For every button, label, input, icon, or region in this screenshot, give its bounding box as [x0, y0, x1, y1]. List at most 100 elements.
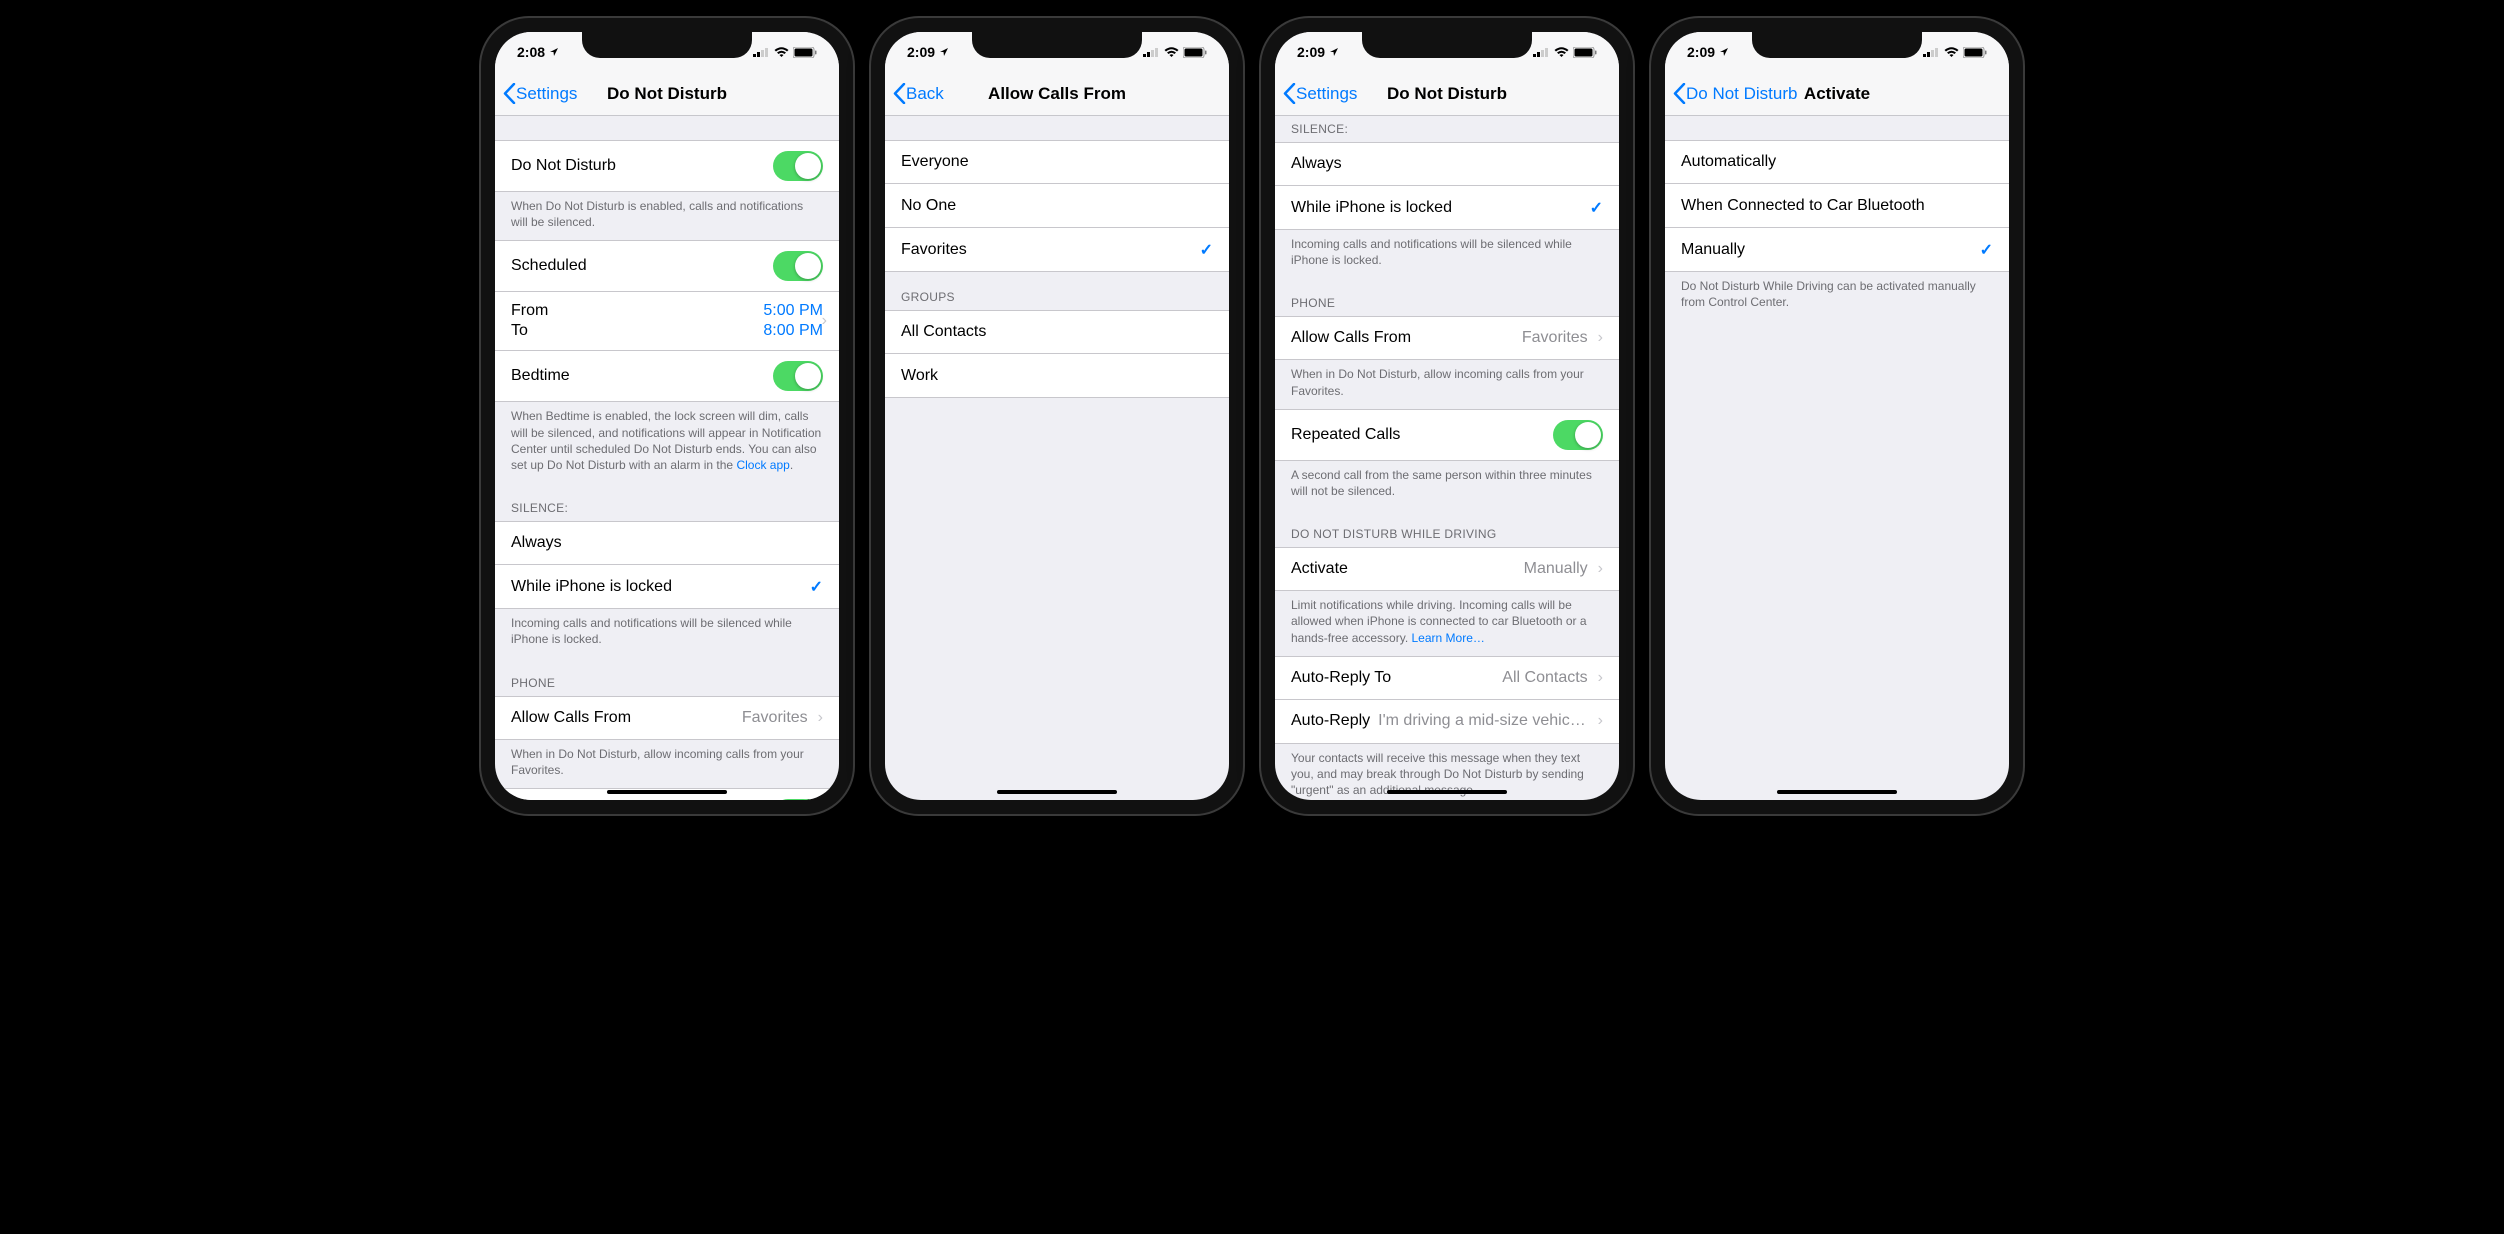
allow-calls-row[interactable]: Allow Calls From Favorites ›: [495, 696, 839, 740]
cell-label: Allow Calls From: [511, 709, 742, 727]
checkmark-icon: ✓: [1980, 240, 1993, 260]
nav-bar: Do Not Disturb Activate: [1665, 72, 2009, 116]
nav-back-label: Back: [906, 84, 944, 104]
section-header-silence: SILENCE:: [1275, 116, 1619, 142]
cell-label: Bedtime: [511, 367, 773, 385]
nav-back-label: Do Not Disturb: [1686, 84, 1797, 104]
checkmark-icon: ✓: [1590, 198, 1603, 218]
chevron-right-icon: ›: [1598, 669, 1603, 687]
settings-list[interactable]: Automatically When Connected to Car Blue…: [1665, 116, 2009, 800]
checkmark-icon: ✓: [1200, 240, 1213, 260]
dnd-toggle-row[interactable]: Do Not Disturb: [495, 140, 839, 192]
footer-text: Limit notifications while driving. Incom…: [1275, 591, 1619, 656]
from-label: From: [511, 302, 548, 320]
cell-label: Favorites: [901, 241, 1200, 259]
screen-2: 2:09 Back Allow Calls From Everyone No O…: [885, 32, 1229, 800]
silence-always-row[interactable]: Always: [495, 521, 839, 565]
signal-icon: [1533, 47, 1550, 57]
switch-on[interactable]: [773, 151, 823, 181]
cell-label: Scheduled: [511, 257, 773, 275]
nav-back-label: Settings: [516, 84, 577, 104]
activate-row[interactable]: Activate Manually ›: [1275, 547, 1619, 591]
cell-label: Repeated Calls: [1291, 426, 1553, 444]
auto-reply-row[interactable]: Auto-Reply I'm driving a mid-size vehicl…: [1275, 700, 1619, 744]
cell-label: When Connected to Car Bluetooth: [1681, 197, 1993, 215]
learn-more-link[interactable]: Learn More…: [1412, 631, 1485, 645]
nav-back-button[interactable]: Settings: [1275, 83, 1357, 104]
cell-label: Do Not Disturb: [511, 157, 773, 175]
settings-list[interactable]: SILENCE: Always While iPhone is locked ✓…: [1275, 116, 1619, 800]
allow-calls-row[interactable]: Allow Calls From Favorites ›: [1275, 316, 1619, 360]
cell-label: While iPhone is locked: [1291, 199, 1590, 217]
home-indicator[interactable]: [607, 790, 727, 794]
silence-while-locked-row[interactable]: While iPhone is locked ✓: [1275, 186, 1619, 230]
footer-text: When Bedtime is enabled, the lock screen…: [495, 402, 839, 483]
nav-back-button[interactable]: Settings: [495, 83, 577, 104]
home-indicator[interactable]: [1777, 790, 1897, 794]
home-indicator[interactable]: [1387, 790, 1507, 794]
location-icon: [1719, 47, 1729, 57]
wifi-icon: [774, 47, 789, 58]
chevron-back-icon: [1283, 83, 1296, 104]
battery-icon: [1963, 47, 1987, 58]
section-header-phone: PHONE: [495, 658, 839, 696]
silence-always-row[interactable]: Always: [1275, 142, 1619, 186]
phone-frame-1: 2:08 Settings Do Not Disturb Do Not Dist…: [481, 18, 853, 814]
nav-back-button[interactable]: Back: [885, 83, 944, 104]
switch-on[interactable]: [773, 251, 823, 281]
option-favorites[interactable]: Favorites ✓: [885, 228, 1229, 272]
repeated-calls-row[interactable]: Repeated Calls: [1275, 409, 1619, 461]
silence-while-locked-row[interactable]: While iPhone is locked ✓: [495, 565, 839, 609]
bedtime-toggle-row[interactable]: Bedtime: [495, 351, 839, 402]
nav-title: Activate: [1804, 84, 1870, 104]
chevron-right-icon: ›: [1598, 712, 1603, 730]
cell-value: Favorites: [742, 709, 812, 727]
home-indicator[interactable]: [997, 790, 1117, 794]
option-automatically[interactable]: Automatically: [1665, 140, 2009, 184]
option-car-bluetooth[interactable]: When Connected to Car Bluetooth: [1665, 184, 2009, 228]
nav-title: Do Not Disturb: [607, 84, 727, 104]
switch-on[interactable]: [1553, 420, 1603, 450]
phone-frame-3: 2:09 Settings Do Not Disturb SILENCE: Al…: [1261, 18, 1633, 814]
battery-icon: [1573, 47, 1597, 58]
cell-label: Always: [1291, 155, 1603, 173]
option-no-one[interactable]: No One: [885, 184, 1229, 228]
cell-label: Automatically: [1681, 153, 1993, 171]
wifi-icon: [1554, 47, 1569, 58]
settings-list[interactable]: Everyone No One Favorites ✓ GROUPS All C…: [885, 116, 1229, 800]
signal-icon: [753, 47, 770, 57]
screen-1: 2:08 Settings Do Not Disturb Do Not Dist…: [495, 32, 839, 800]
cell-label: No One: [901, 197, 1213, 215]
wifi-icon: [1164, 47, 1179, 58]
switch-on[interactable]: [773, 799, 823, 800]
cell-label: Everyone: [901, 153, 1213, 171]
section-header-silence: SILENCE:: [495, 483, 839, 521]
schedule-time-row[interactable]: From5:00 PM To8:00 PM ›: [495, 292, 839, 351]
option-all-contacts[interactable]: All Contacts: [885, 310, 1229, 354]
option-everyone[interactable]: Everyone: [885, 140, 1229, 184]
nav-back-button[interactable]: Do Not Disturb: [1665, 83, 1797, 104]
cell-label: Auto-Reply To: [1291, 669, 1502, 687]
notch: [972, 32, 1142, 58]
signal-icon: [1923, 47, 1940, 57]
clock-app-link[interactable]: Clock app: [736, 458, 789, 472]
location-icon: [939, 47, 949, 57]
nav-back-label: Settings: [1296, 84, 1357, 104]
auto-reply-to-row[interactable]: Auto-Reply To All Contacts ›: [1275, 656, 1619, 700]
option-manually[interactable]: Manually ✓: [1665, 228, 2009, 272]
cell-label: Manually: [1681, 241, 1980, 259]
screen-3: 2:09 Settings Do Not Disturb SILENCE: Al…: [1275, 32, 1619, 800]
footer-text: When Do Not Disturb is enabled, calls an…: [495, 192, 839, 240]
switch-on[interactable]: [773, 361, 823, 391]
location-icon: [1329, 47, 1339, 57]
option-work[interactable]: Work: [885, 354, 1229, 398]
notch: [582, 32, 752, 58]
status-time: 2:09: [907, 44, 935, 60]
from-value: 5:00 PM: [763, 302, 823, 320]
cell-label: Auto-Reply: [1291, 712, 1370, 730]
chevron-right-icon: ›: [822, 312, 827, 330]
scheduled-toggle-row[interactable]: Scheduled: [495, 240, 839, 292]
nav-title: Allow Calls From: [988, 84, 1126, 104]
footer-text: Incoming calls and notifications will be…: [1275, 230, 1619, 278]
settings-list[interactable]: Do Not Disturb When Do Not Disturb is en…: [495, 116, 839, 800]
